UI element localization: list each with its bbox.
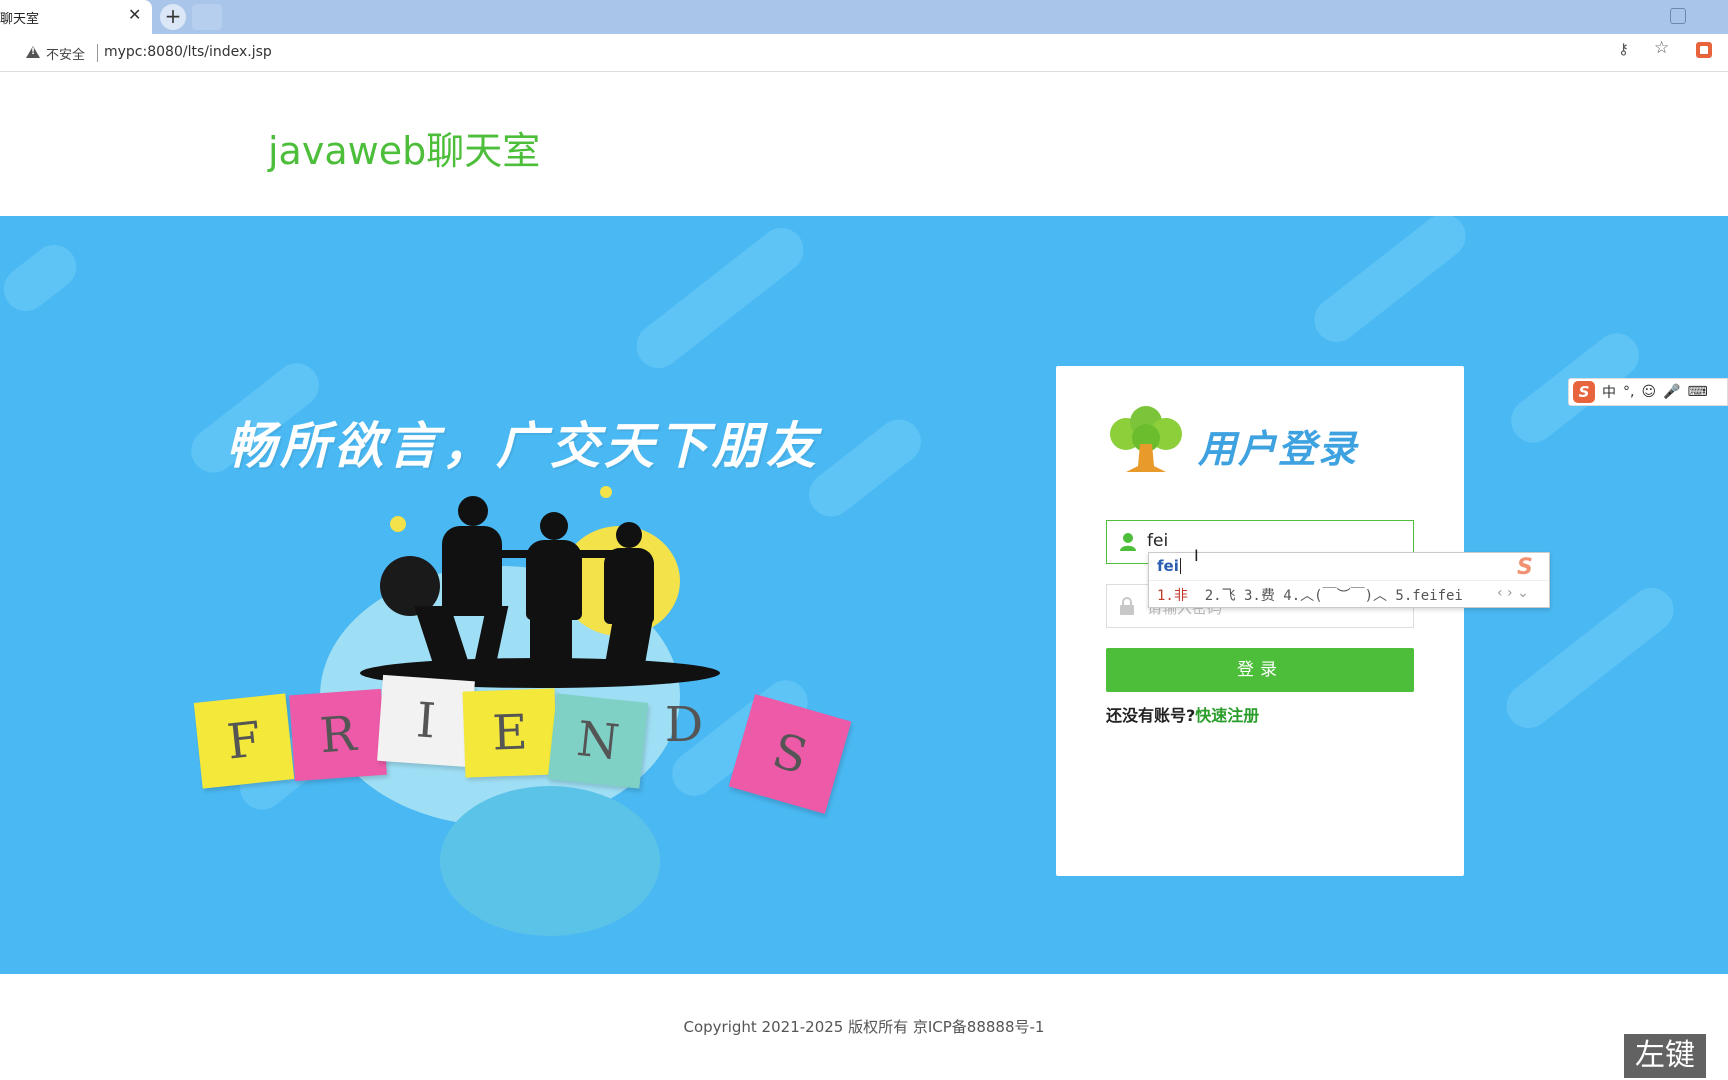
decor-stripe [1305, 216, 1475, 351]
register-row: 还没有账号?快速注册 [1106, 702, 1259, 726]
close-tab-icon[interactable]: ✕ [128, 5, 141, 24]
microphone-icon[interactable]: 🎤 [1663, 384, 1680, 400]
joined-arms [496, 550, 626, 558]
letter-card: E [462, 688, 558, 778]
person-head [616, 522, 642, 548]
letter-card: D [664, 697, 704, 753]
paint-dot [600, 486, 612, 498]
letter-card: I [377, 674, 475, 768]
letter-card: S [728, 694, 852, 814]
person-body [442, 526, 502, 616]
register-link[interactable]: 快速注册 [1195, 706, 1259, 725]
emoji-icon[interactable]: ☺ [1641, 384, 1656, 400]
letter-card: N [547, 693, 649, 789]
friends-illustration: F R I E N D S [180, 486, 880, 974]
keyboard-icon[interactable]: ⌨ [1688, 384, 1708, 400]
username-value: fei [1147, 531, 1169, 551]
paint-dot [390, 516, 406, 532]
ime-punctuation-toggle[interactable]: °, [1623, 384, 1634, 400]
ime-composition-text: fei [1157, 557, 1179, 575]
sogou-logo-icon: S [1517, 555, 1533, 580]
ime-composition: fei [1157, 557, 1181, 575]
key-icon[interactable]: ⚷ [1618, 40, 1629, 58]
bookmark-star-icon[interactable]: ☆ [1654, 38, 1669, 58]
mouse-action-overlay: 左键 [1624, 1034, 1706, 1078]
browser-tab[interactable]: 聊天室 ✕ [0, 0, 152, 34]
new-tab-button[interactable]: + [160, 4, 186, 30]
letter-card: R [289, 688, 387, 782]
background-tab[interactable] [192, 4, 222, 30]
restore-window-icon[interactable] [1670, 8, 1686, 24]
decor-stripe [0, 236, 86, 320]
person-head [540, 512, 568, 540]
copyright-text: Copyright 2021-2025 版权所有 京ICP备88888号-1 [683, 1018, 1045, 1036]
sogou-logo-icon[interactable]: S [1573, 381, 1595, 403]
login-title: 用户登录 [1198, 427, 1359, 471]
warning-icon[interactable] [26, 46, 40, 58]
url-text[interactable]: mypc:8080/lts/index.jsp [104, 44, 272, 60]
text-cursor-icon: I [1194, 546, 1199, 565]
site-header: javaweb聊天室 [0, 72, 1728, 216]
extension-icon[interactable] [1696, 42, 1712, 58]
ime-caret [1179, 558, 1181, 574]
letter-card: F [193, 693, 295, 789]
address-bar: 不安全 mypc:8080/lts/index.jsp ⚷ ☆ [0, 34, 1728, 72]
tab-title: 聊天室 [0, 12, 40, 27]
url-separator [97, 44, 98, 62]
browser-tab-bar: 聊天室 ✕ + [0, 0, 1728, 34]
user-icon [1120, 533, 1136, 551]
ime-candidate-list[interactable]: 1.非 2.飞 3.费 4.︿(￣︶￣)︿ 5.feifei [1157, 585, 1463, 605]
ime-candidate-first[interactable]: 1.非 [1157, 588, 1188, 604]
decor-stripe [627, 219, 813, 377]
site-title: javaweb聊天室 [268, 129, 541, 173]
ime-divider [1149, 580, 1549, 581]
register-prompt: 还没有账号? [1106, 706, 1196, 725]
paint-splash [440, 786, 660, 936]
omnibox[interactable]: 不安全 mypc:8080/lts/index.jsp [12, 38, 1692, 68]
security-status[interactable]: 不安全 [46, 44, 85, 63]
login-panel: 用户登录 fei 请输入密码 登录 还没有账号?快速注册 [1056, 366, 1464, 876]
page-footer: Copyright 2021-2025 版权所有 京ICP备88888号-1 [0, 974, 1728, 1080]
ime-page-nav[interactable]: ‹ › ⌄ [1497, 585, 1529, 601]
login-button[interactable]: 登录 [1106, 648, 1414, 692]
ime-language-toggle[interactable]: 中 [1602, 382, 1616, 402]
slogan: 畅所欲言，广交天下朋友 [226, 417, 820, 475]
person-body [604, 548, 654, 624]
lock-icon [1120, 597, 1134, 615]
person-head [458, 496, 488, 526]
tree-logo-icon [1110, 406, 1182, 472]
ime-candidates-rest[interactable]: 2.飞 3.费 4.︿(￣︶￣)︿ 5.feifei [1205, 588, 1463, 604]
ime-candidate-window: fei S 1.非 2.飞 3.费 4.︿(￣︶￣)︿ 5.feifei ‹ ›… [1148, 552, 1550, 608]
ime-toolbar: S 中 °, ☺ 🎤 ⌨ [1568, 378, 1728, 406]
